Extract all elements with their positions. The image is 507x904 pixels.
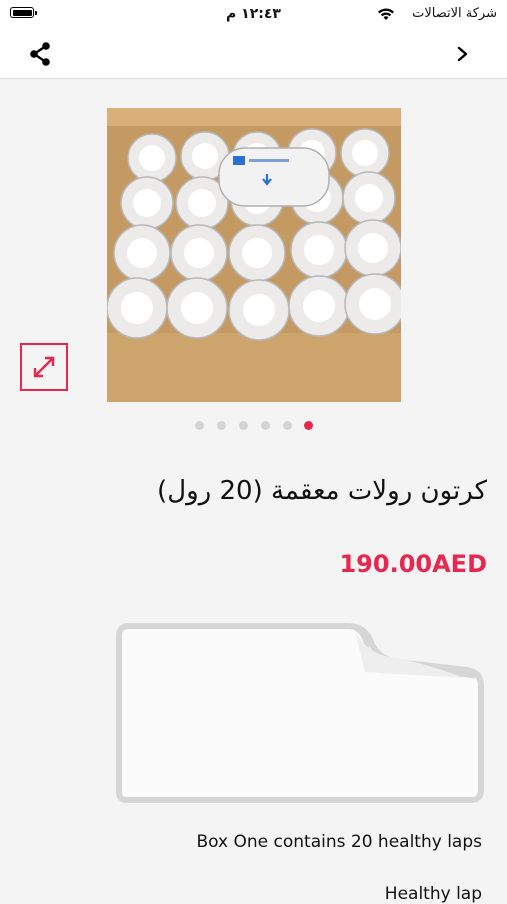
pagination-dot[interactable]: [239, 421, 248, 430]
product-price: 190.00AED: [339, 550, 487, 578]
description-line: Box One contains 20 healthy laps: [196, 832, 483, 852]
image-pagination-dots: [195, 421, 315, 431]
expand-image-button[interactable]: [20, 343, 68, 391]
expand-arrows-icon: [33, 356, 55, 378]
description-line: Healthy lap: [384, 884, 482, 904]
carrier-name: شركة الاتصالات: [412, 6, 497, 21]
pagination-dot[interactable]: [283, 421, 292, 430]
wifi-icon: [378, 8, 394, 20]
product-image[interactable]: [107, 108, 401, 402]
pagination-dot-active[interactable]: [304, 421, 313, 430]
product-title: كرتون رولات معقمة (20 رول): [157, 476, 487, 506]
pagination-dot[interactable]: [195, 421, 204, 430]
pagination-dot[interactable]: [217, 421, 226, 430]
chevron-right-icon[interactable]: [453, 42, 473, 66]
pagination-dot[interactable]: [261, 421, 270, 430]
document-placeholder-icon: [116, 623, 484, 803]
navigation-bar: [0, 30, 507, 79]
status-bar: ١٢:٤٣ م شركة الاتصالات: [0, 0, 507, 30]
share-icon[interactable]: [26, 40, 54, 68]
product-photo: [107, 108, 401, 402]
